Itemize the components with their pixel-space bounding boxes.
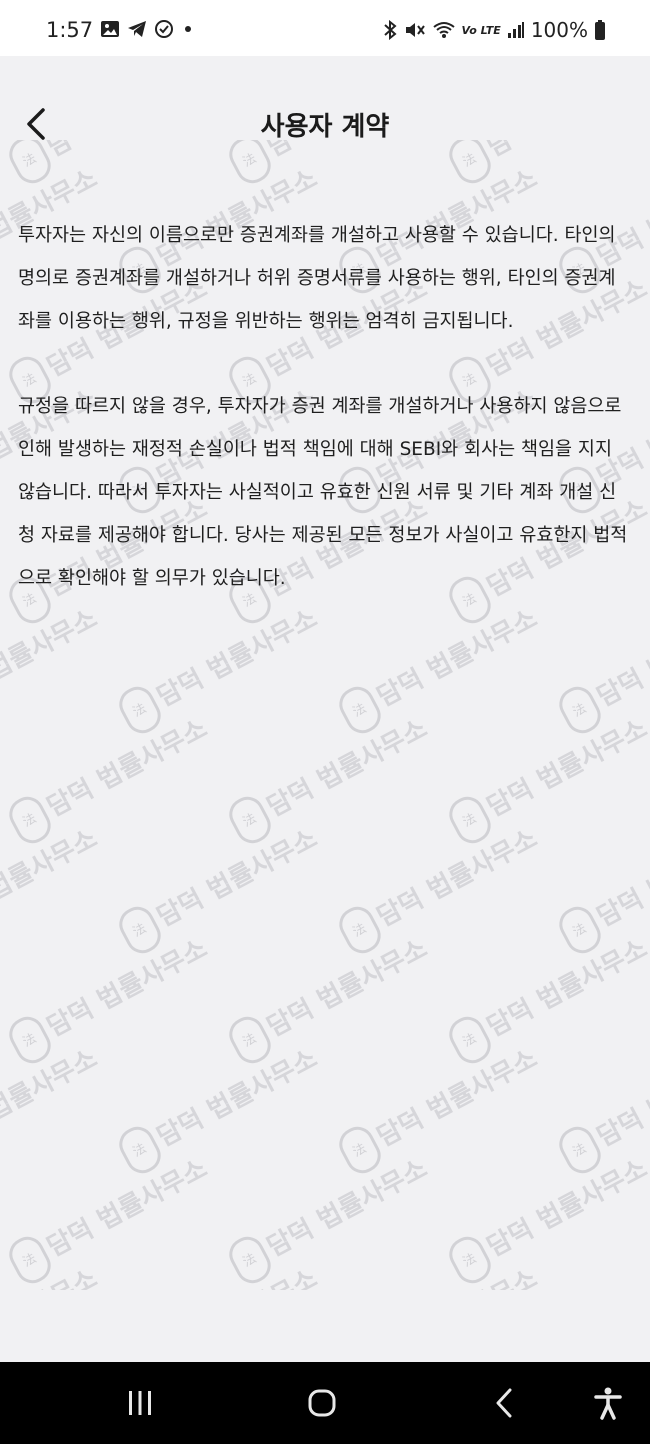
signal-icon — [507, 22, 524, 38]
watermark-tile — [444, 705, 650, 849]
system-nav-bar — [0, 1362, 650, 1444]
watermark-tile — [114, 815, 328, 959]
agreement-paragraph-1: 투자자는 자신의 이름으로만 증권계좌를 개설하고 사용할 수 있습니다. 타인… — [18, 225, 616, 332]
watermark-tile — [554, 1035, 650, 1179]
watermark-tile — [334, 815, 548, 959]
watermark-tile — [114, 1255, 328, 1290]
status-system-icons: Vo LTE 100% — [382, 18, 607, 42]
status-notification-icons — [100, 19, 195, 39]
recent-apps-icon — [129, 1391, 151, 1415]
wifi-icon — [432, 22, 455, 38]
home-button[interactable] — [297, 1380, 347, 1426]
battery-percentage: 100% — [530, 18, 588, 42]
mute-icon — [405, 23, 425, 37]
telegram-icon — [128, 21, 146, 37]
watermark-tile — [334, 1035, 548, 1179]
watermark-tile — [4, 705, 218, 849]
watermark-tile — [0, 1035, 108, 1179]
status-time: 1:57 — [46, 18, 94, 42]
image-icon — [101, 21, 119, 37]
watermark-tile — [4, 925, 218, 1069]
watermark-tile — [114, 1035, 328, 1179]
agreement-content: 투자자는 자신의 이름으로만 증권계좌를 개설하고 사용할 수 있습니다. 타인… — [18, 214, 632, 642]
page-title: 사용자 계약 — [260, 112, 390, 142]
dot-icon — [185, 26, 191, 32]
watermark-tile — [4, 1145, 218, 1289]
home-icon — [308, 1389, 336, 1417]
check-circle-icon — [155, 20, 173, 38]
watermark-tile — [0, 815, 108, 959]
accessibility-icon — [594, 1387, 622, 1420]
watermark-tile — [554, 1255, 650, 1290]
recent-apps-button[interactable] — [115, 1380, 165, 1426]
agreement-paragraph-2: 규정을 따르지 않을 경우, 투자자가 증권 계좌를 개설하거나 사용하지 않음… — [18, 396, 628, 589]
nav-back-button[interactable] — [480, 1380, 530, 1426]
app-header: 사용자 계약 — [0, 56, 650, 192]
watermark-tile — [0, 1255, 108, 1290]
watermark-tile — [444, 1145, 650, 1289]
watermark-tile — [444, 925, 650, 1069]
watermark-tile — [224, 1145, 438, 1289]
watermark-tile — [334, 1255, 548, 1290]
battery-icon — [595, 20, 605, 40]
watermark-tile — [224, 925, 438, 1069]
watermark-tile — [224, 705, 438, 849]
accessibility-button[interactable] — [583, 1380, 633, 1426]
status-bar: 1:57 Vo LTE 100% — [0, 0, 650, 56]
bluetooth-icon — [383, 20, 397, 40]
lte-icon: Vo LTE — [461, 23, 501, 37]
back-icon — [496, 1388, 512, 1418]
watermark-tile — [554, 815, 650, 959]
